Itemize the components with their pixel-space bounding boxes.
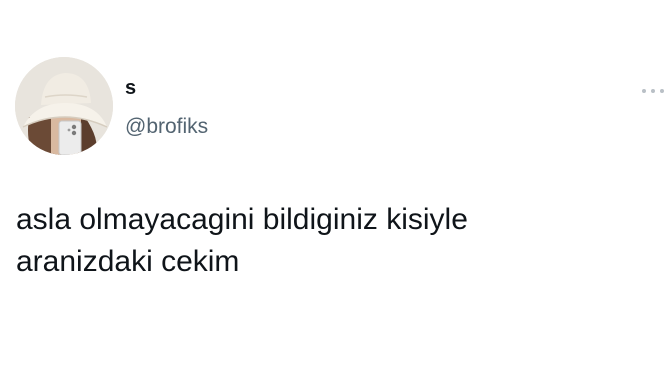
bucket-hat-person-avatar-icon <box>15 57 113 155</box>
avatar[interactable] <box>15 57 113 155</box>
more-options-icon[interactable] <box>640 85 668 97</box>
tweet-text: asla olmayacagini bildiginiz kisiyle ara… <box>16 203 468 278</box>
display-name[interactable]: s <box>125 76 136 100</box>
tweet-card: s @brofiks asla olmayacagini bildiginiz … <box>0 0 672 378</box>
more-dot <box>660 89 664 93</box>
more-dot <box>651 89 655 93</box>
user-handle[interactable]: @brofiks <box>125 114 208 140</box>
more-dot <box>642 89 646 93</box>
